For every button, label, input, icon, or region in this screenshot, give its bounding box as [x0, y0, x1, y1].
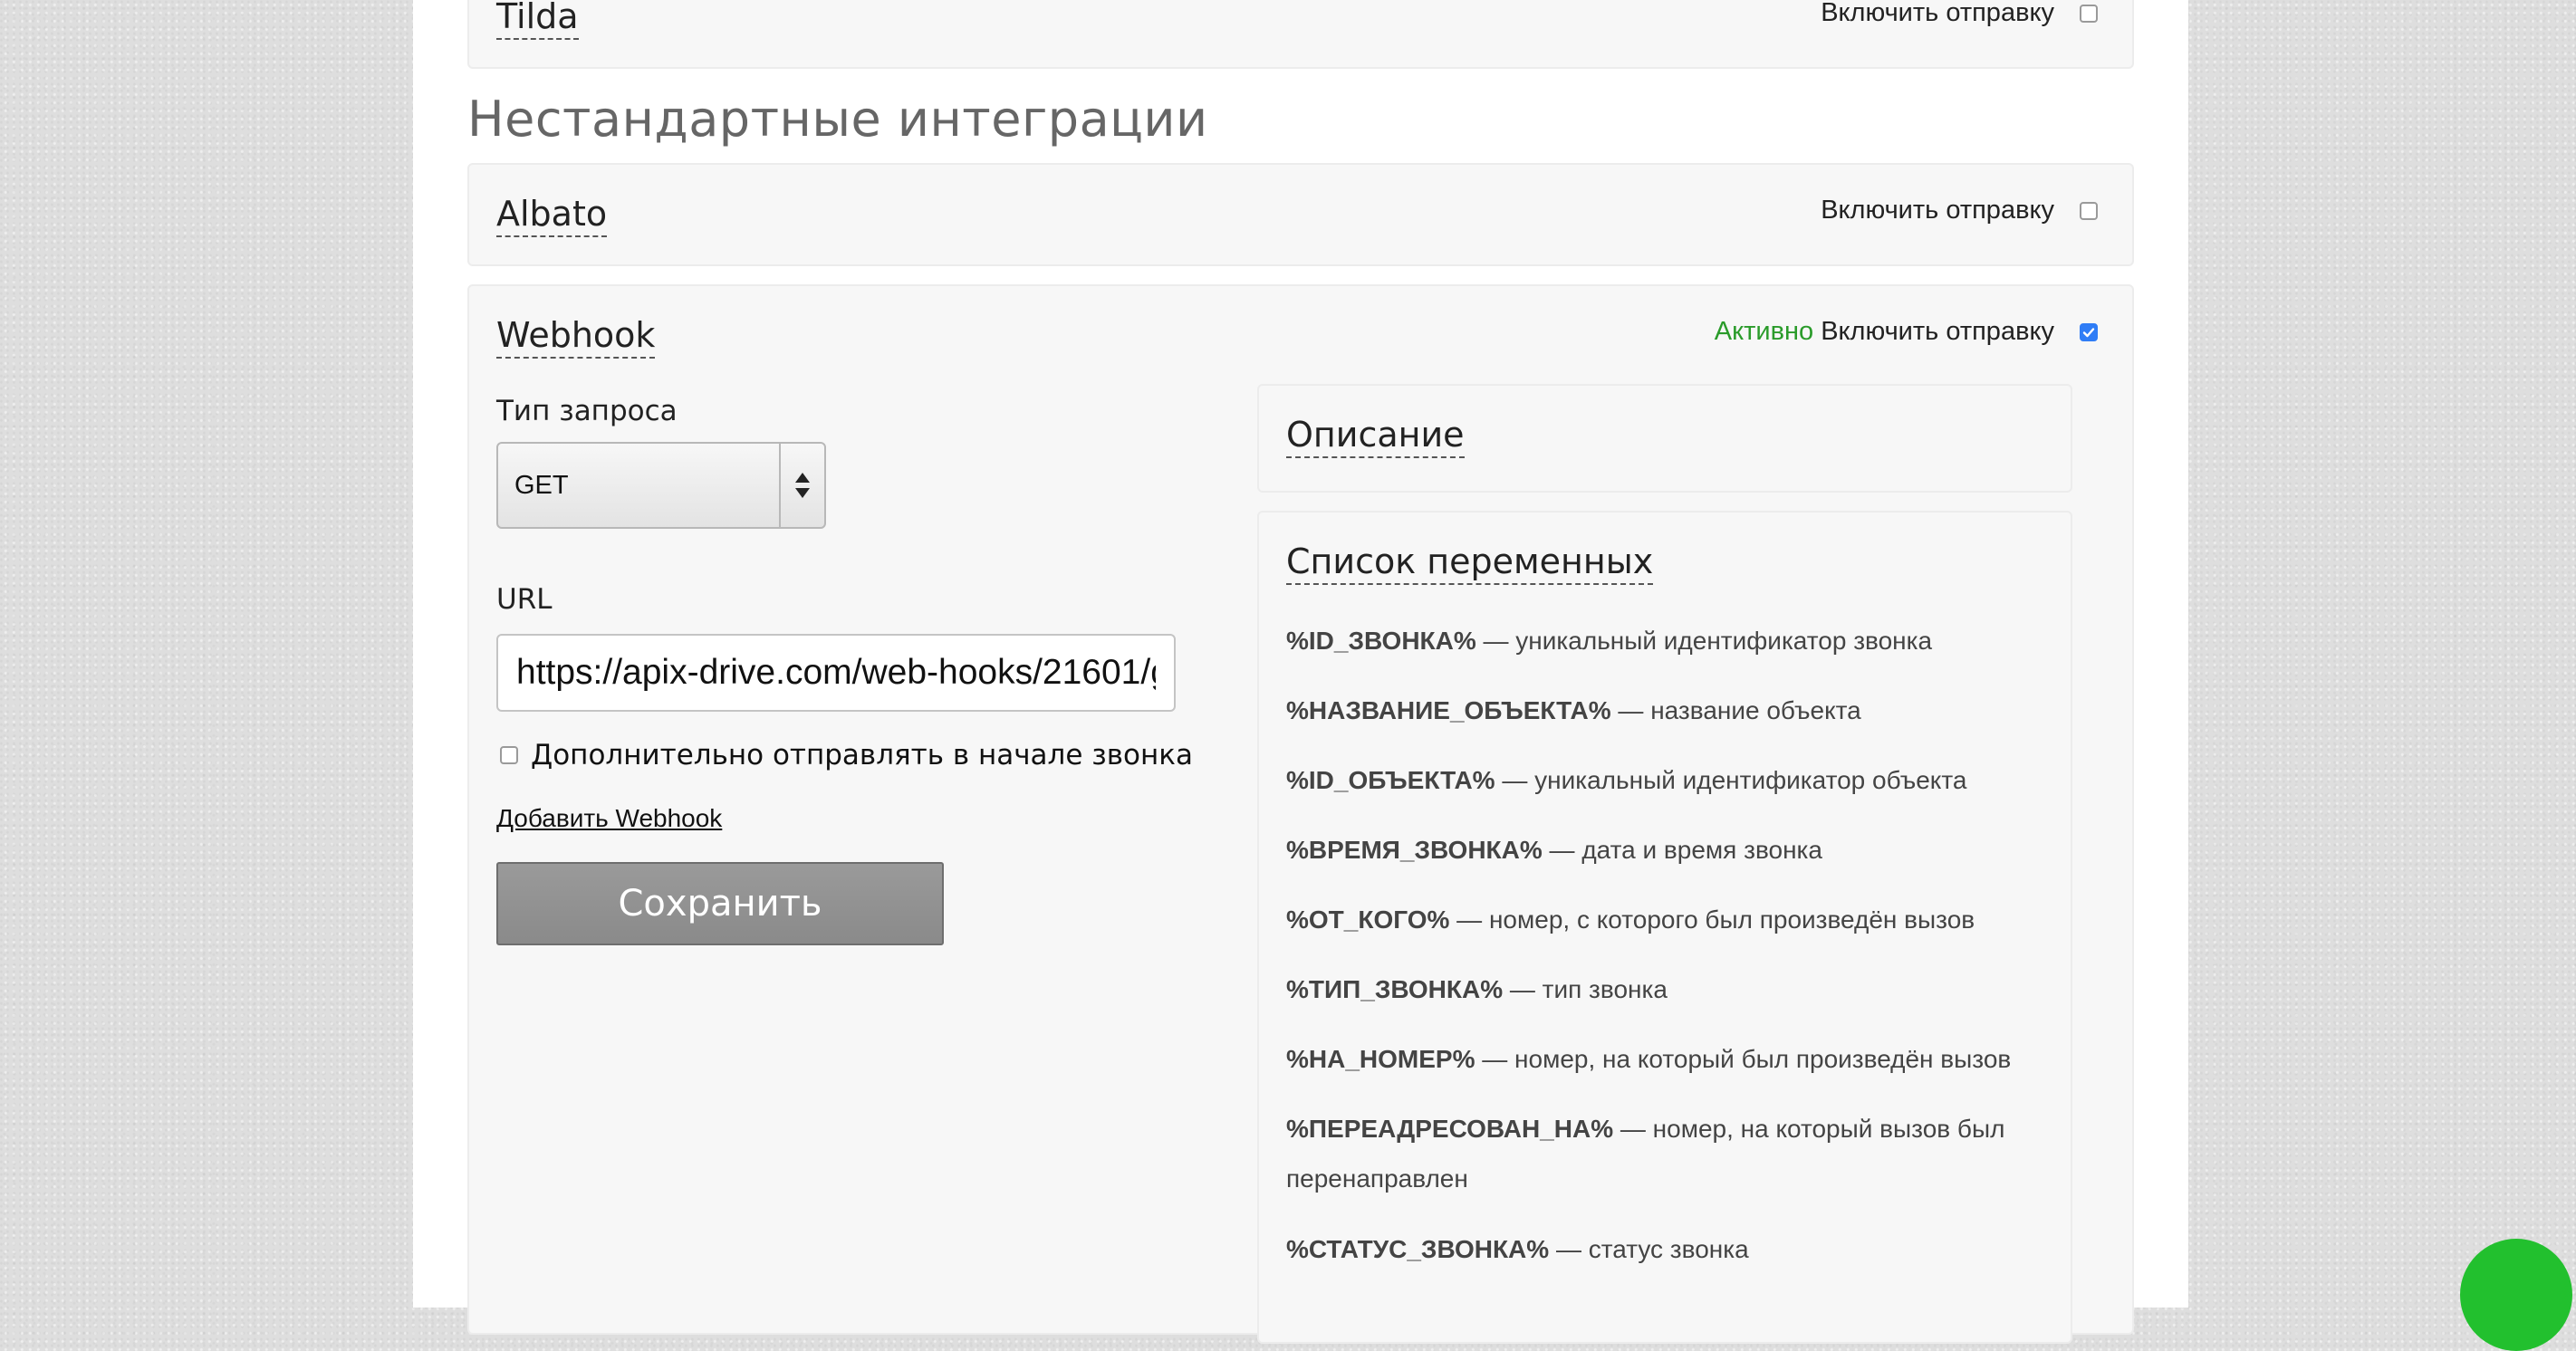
request-type-select[interactable]: GET: [496, 442, 826, 529]
variable-description: — уникальный идентификатор объекта: [1495, 766, 1967, 794]
section-heading: Нестандартные интеграции: [467, 91, 1208, 148]
description-title[interactable]: Описание: [1286, 415, 1465, 458]
variable-description: — тип звонка: [1503, 975, 1668, 1003]
variable-description: — название объекта: [1610, 696, 1861, 724]
description-panel: Описание: [1257, 384, 2072, 493]
integration-card-tilda: Tilda Включить отправку: [467, 0, 2134, 69]
variables-title[interactable]: Список переменных: [1286, 541, 1654, 585]
variable-name: %ПЕРЕАДРЕСОВАН_НА%: [1286, 1115, 1614, 1143]
add-webhook-link[interactable]: Добавить Webhook: [496, 804, 722, 833]
chat-widget-button[interactable]: [2460, 1239, 2572, 1351]
variable-description: — дата и время звонка: [1542, 836, 1822, 864]
variable-description: — номер, с которого был произведён вызов: [1449, 905, 1975, 934]
select-updown-icon: [779, 444, 824, 527]
variable-item: %ID_ОБЪЕКТА% — уникальный идентификатор …: [1286, 755, 1966, 806]
url-label: URL: [496, 583, 553, 616]
status-active-label: Активно: [1714, 317, 1814, 346]
url-input[interactable]: [496, 634, 1176, 712]
variable-item: %ТИП_ЗВОНКА% — тип звонка: [1286, 964, 1668, 1015]
integration-title-tilda[interactable]: Tilda: [496, 0, 579, 40]
enable-send-checkbox-webhook[interactable]: [2080, 322, 2098, 341]
integration-card-albato: Albato Включить отправку: [467, 163, 2134, 266]
request-type-label: Тип запроса: [496, 395, 678, 427]
variable-item: %ВРЕМЯ_ЗВОНКА% — дата и время звонка: [1286, 825, 1822, 876]
variable-description: — уникальный идентификатор звонка: [1475, 627, 1933, 655]
variable-description: — номер, на который был произведён вызов: [1475, 1045, 2012, 1073]
extra-send-checkbox[interactable]: [500, 746, 518, 764]
variable-name: %ТИП_ЗВОНКА%: [1286, 975, 1504, 1003]
save-button[interactable]: Сохранить: [496, 862, 944, 945]
variable-item: %НА_НОМЕР% — номер, на который был произ…: [1286, 1034, 2011, 1085]
variable-item-continuation: перенаправлен: [1286, 1164, 1468, 1193]
checkmark-icon: [2082, 327, 2095, 337]
integration-title-webhook[interactable]: Webhook: [496, 315, 656, 359]
variable-name: %ВРЕМЯ_ЗВОНКА%: [1286, 836, 1543, 864]
variable-name: %ID_ОБЪЕКТА%: [1286, 766, 1495, 794]
variable-description: — статус звонка: [1549, 1235, 1749, 1263]
variable-name: %СТАТУС_ЗВОНКА%: [1286, 1235, 1550, 1263]
send-toggle-albato: Включить отправку: [1821, 196, 2098, 225]
variable-item: %НАЗВАНИЕ_ОБЪЕКТА% — название объекта: [1286, 685, 1861, 736]
integration-title-albato[interactable]: Albato: [496, 194, 608, 237]
variable-item: %ID_ЗВОНКА% — уникальный идентификатор з…: [1286, 616, 1932, 666]
variable-item: %СТАТУС_ЗВОНКА% — статус звонка: [1286, 1224, 1749, 1275]
variable-description: — номер, на который вызов был: [1613, 1115, 2005, 1143]
enable-send-label: Включить отправку: [1821, 317, 2054, 346]
enable-send-label: Включить отправку: [1821, 0, 2054, 27]
extra-send-label: Дополнительно отправлять в начале звонка: [531, 739, 1193, 771]
variable-name: %ОТ_КОГО%: [1286, 905, 1450, 934]
enable-send-checkbox-tilda[interactable]: [2080, 4, 2098, 23]
variable-name: %ID_ЗВОНКА%: [1286, 627, 1476, 655]
variable-name: %НА_НОМЕР%: [1286, 1045, 1475, 1073]
request-type-value: GET: [514, 470, 569, 500]
enable-send-checkbox-albato[interactable]: [2080, 201, 2098, 220]
variable-name: %НАЗВАНИЕ_ОБЪЕКТА%: [1286, 696, 1611, 724]
variable-item: %ПЕРЕАДРЕСОВАН_НА% — номер, на который в…: [1286, 1104, 2004, 1155]
extra-send-option: Дополнительно отправлять в начале звонка: [500, 739, 1193, 771]
send-toggle-tilda: Включить отправку: [1821, 0, 2098, 28]
send-toggle-webhook: Активно Включить отправку: [1715, 317, 2098, 347]
variable-item: %ОТ_КОГО% — номер, с которого был произв…: [1286, 895, 1975, 945]
enable-send-label: Включить отправку: [1821, 196, 2054, 225]
